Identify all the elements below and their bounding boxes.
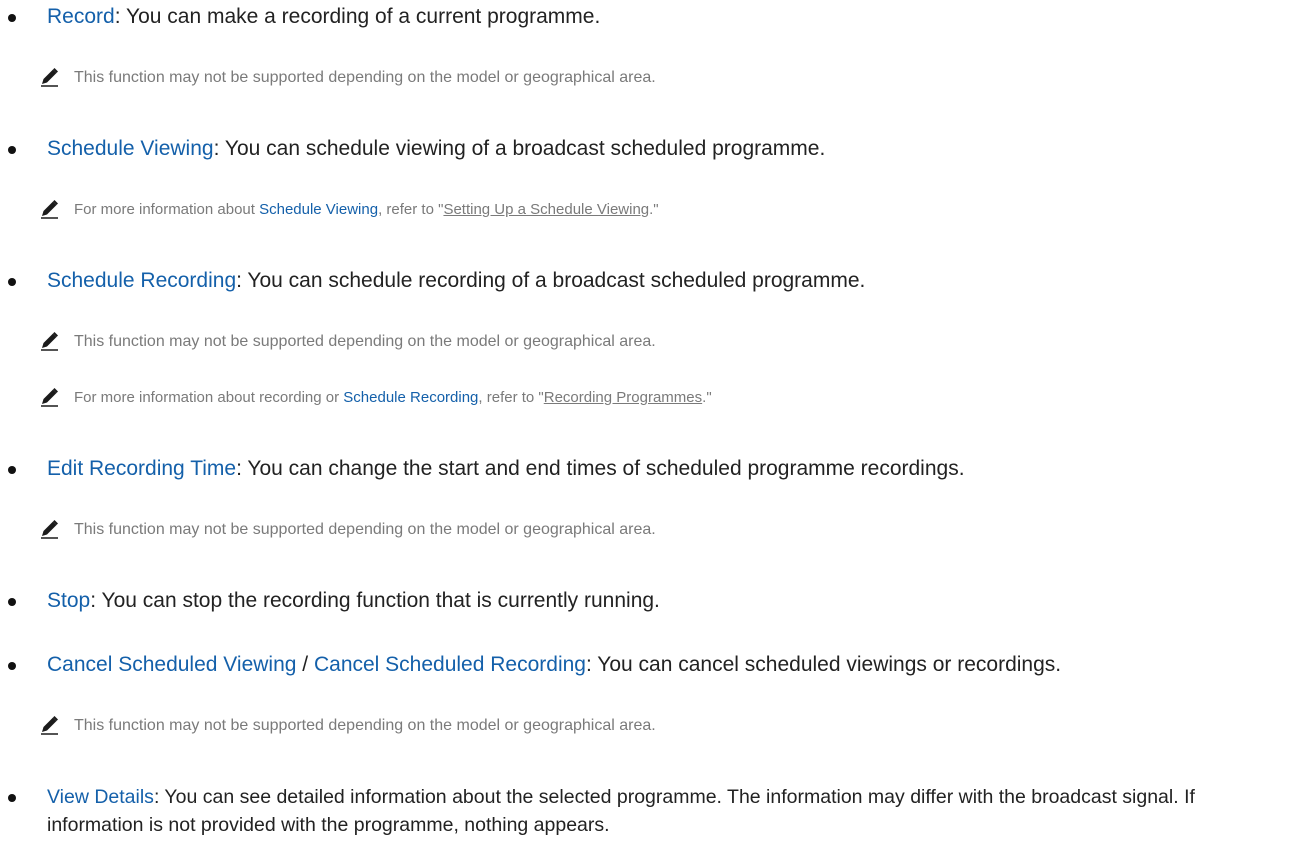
note-prefix: For more information about recording or [74, 389, 344, 406]
note-suffix: ." [702, 389, 712, 406]
note-mid: , refer to " [378, 201, 444, 218]
note-text: This function may not be supported depen… [74, 717, 656, 734]
item-description: : You can stop the recording function th… [90, 589, 660, 612]
note-mid: , refer to " [478, 389, 544, 406]
item-text: Edit Recording Time: You can change the … [47, 455, 965, 483]
note-text: For more information about recording or … [74, 387, 712, 409]
item-text: View Details: You can see detailed infor… [47, 783, 1277, 839]
pencil-icon [41, 520, 58, 539]
term-edit-recording-time: Edit Recording Time [47, 457, 237, 480]
note-prefix: For more information about [74, 201, 260, 218]
bullet-dot [8, 598, 16, 606]
term-record: Record [47, 5, 115, 28]
pencil-icon [41, 332, 58, 351]
term-schedule-viewing: Schedule Viewing [259, 201, 379, 218]
bullet-dot [8, 794, 16, 802]
term-view-details: View Details [47, 786, 154, 808]
pencil-icon [41, 200, 58, 219]
pencil-icon [41, 388, 58, 407]
term-schedule-recording: Schedule Recording [343, 389, 479, 406]
term-schedule-recording: Schedule Recording [47, 269, 237, 292]
item-description: : You can see detailed information about… [47, 786, 1195, 836]
item-text: Schedule Viewing: You can schedule viewi… [47, 135, 825, 163]
note-text: This function may not be supported depen… [74, 521, 656, 538]
item-description: : You can change the start and end times… [236, 457, 965, 480]
bullet-dot [8, 466, 16, 474]
term-cancel-scheduled-viewing: Cancel Scheduled Viewing [47, 653, 297, 676]
item-text: Cancel Scheduled Viewing / Cancel Schedu… [47, 651, 1061, 679]
item-description: : You can schedule viewing of a broadcas… [213, 137, 826, 160]
term-cancel-scheduled-recording: Cancel Scheduled Recording [313, 653, 586, 676]
note-text: For more information about Schedule View… [74, 199, 659, 221]
pencil-icon [41, 716, 58, 735]
note-text: This function may not be supported depen… [74, 333, 656, 350]
note-suffix: ." [649, 201, 659, 218]
bullet-dot [8, 146, 16, 154]
bullet-dot [8, 14, 16, 22]
item-text: Record: You can make a recording of a cu… [47, 3, 600, 31]
item-description: : You can make a recording of a current … [114, 5, 601, 28]
item-text: Schedule Recording: You can schedule rec… [47, 267, 865, 295]
note-text: This function may not be supported depen… [74, 69, 656, 86]
term-schedule-viewing: Schedule Viewing [47, 137, 214, 160]
bullet-dot [8, 662, 16, 670]
item-text: Stop: You can stop the recording functio… [47, 587, 660, 615]
term-separator: / [296, 653, 314, 676]
item-description: : You can schedule recording of a broadc… [236, 269, 866, 292]
link-recording-programmes[interactable]: Recording Programmes [544, 389, 702, 406]
item-description: : You can cancel scheduled viewings or r… [585, 653, 1062, 676]
term-stop: Stop [47, 589, 91, 612]
bullet-dot [8, 278, 16, 286]
link-setting-up-schedule-viewing[interactable]: Setting Up a Schedule Viewing [443, 201, 649, 218]
pencil-icon [41, 68, 58, 87]
